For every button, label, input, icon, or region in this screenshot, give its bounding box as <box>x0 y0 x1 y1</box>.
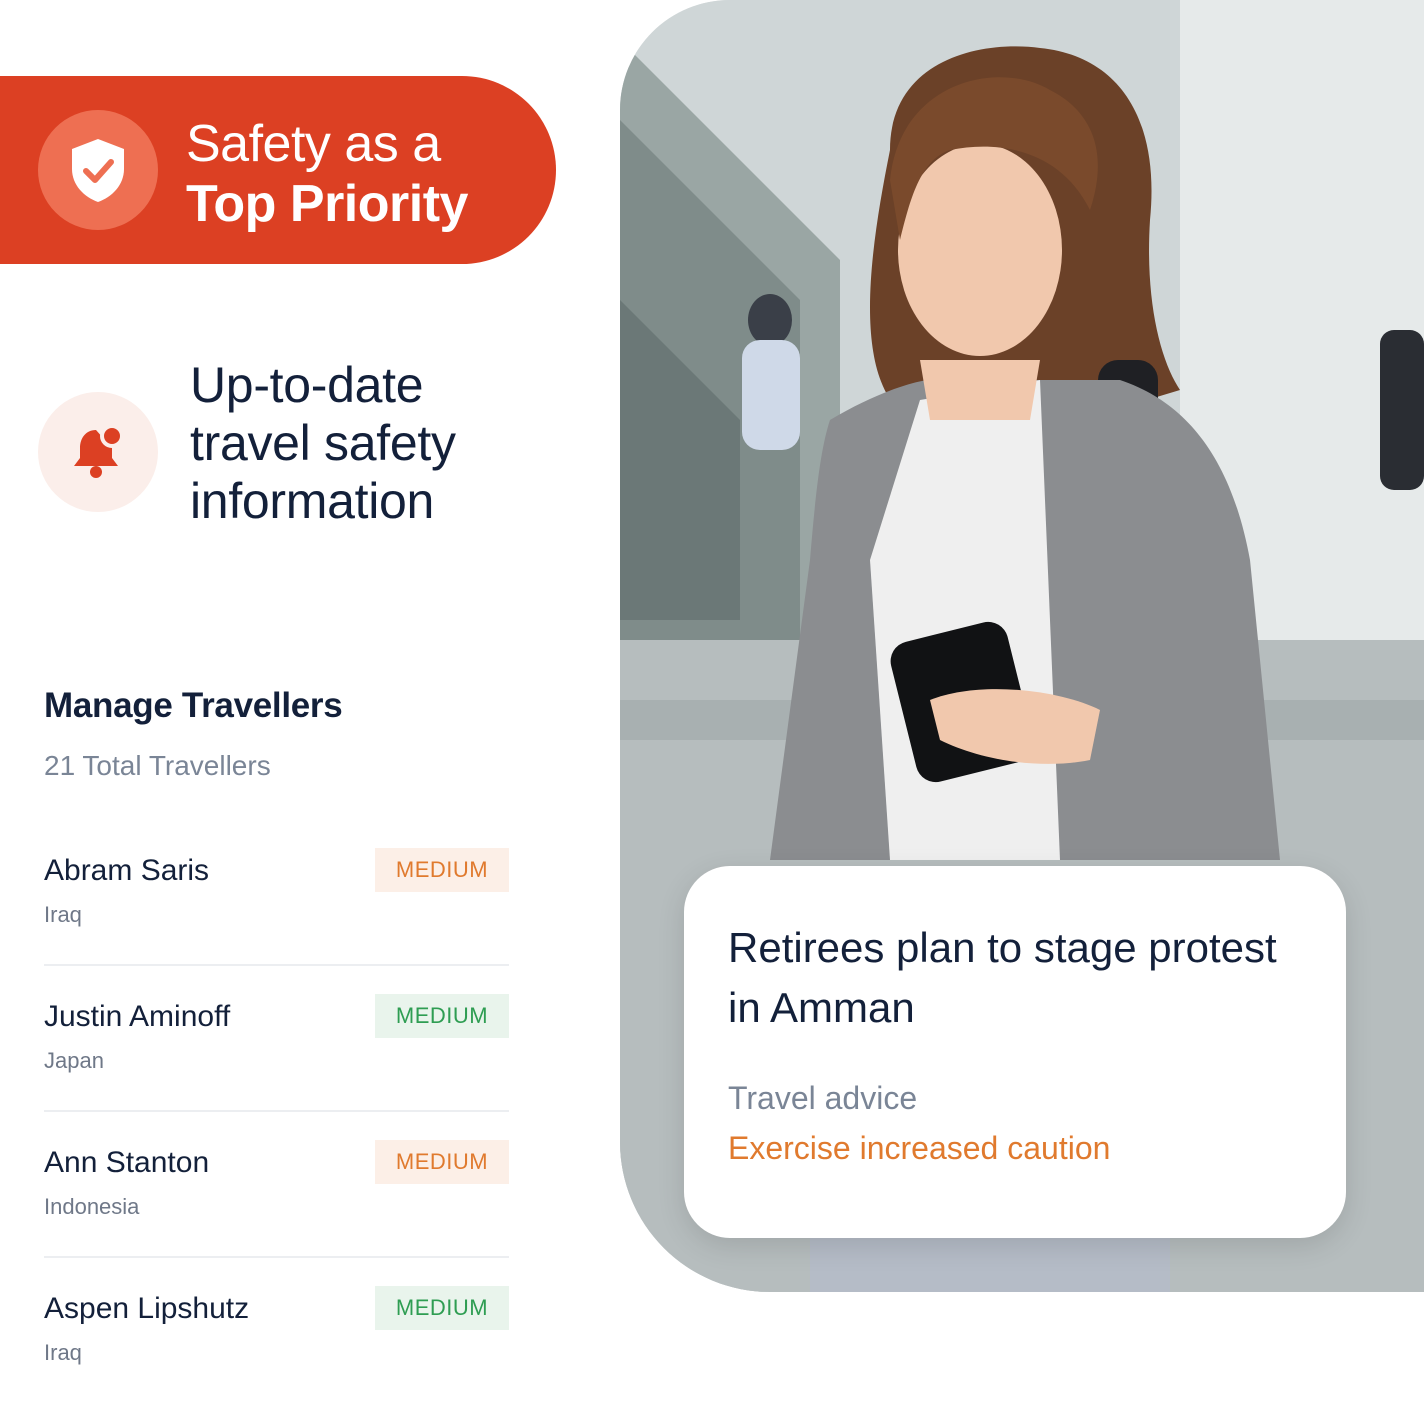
manage-travellers-title: Manage Travellers <box>44 686 343 725</box>
safety-info-line-1: Up-to-date <box>190 357 424 413</box>
safety-info-line-2: travel safety <box>190 415 456 471</box>
traveller-country: Iraq <box>44 902 82 927</box>
safety-info-heading: Up-to-date travel safety information <box>190 356 530 530</box>
safety-line-2: Top Priority <box>186 175 468 233</box>
safety-line-1: Safety as a <box>186 115 441 173</box>
traveller-country: Iraq <box>44 1340 82 1365</box>
risk-level-badge: MEDIUM <box>375 848 509 892</box>
travel-advice-value: Exercise increased caution <box>728 1130 1111 1166</box>
traveller-row[interactable]: Abram Saris Iraq MEDIUM <box>44 820 509 966</box>
shield-check-icon <box>38 110 158 230</box>
bell-alert-icon <box>38 392 158 512</box>
safety-priority-banner: Safety as a Top Priority <box>0 76 556 264</box>
news-headline: Retirees plan to stage protest in Amman <box>728 924 1277 1031</box>
total-travellers-count: 21 Total Travellers <box>44 750 271 781</box>
traveller-name: Ann Stanton <box>44 1146 210 1179</box>
traveller-country: Indonesia <box>44 1194 140 1219</box>
safety-info-line-3: information <box>190 473 435 529</box>
traveller-row[interactable]: Justin Aminoff Japan MEDIUM <box>44 966 509 1112</box>
risk-level-badge: MEDIUM <box>375 994 509 1038</box>
risk-level-badge: MEDIUM <box>375 1286 509 1330</box>
risk-level-badge: MEDIUM <box>375 1140 509 1184</box>
traveller-name: Justin Aminoff <box>44 1000 231 1033</box>
traveller-country: Japan <box>44 1048 104 1073</box>
travel-advice-label: Travel advice <box>728 1080 918 1116</box>
travellers-list: Abram Saris Iraq MEDIUM Justin Aminoff J… <box>44 820 509 1404</box>
traveller-row[interactable]: Aspen Lipshutz Iraq MEDIUM <box>44 1258 509 1404</box>
traveller-name: Aspen Lipshutz <box>44 1292 250 1325</box>
news-alert-card[interactable]: Retirees plan to stage protest in Amman … <box>684 866 1346 1238</box>
traveller-name: Abram Saris <box>44 854 210 887</box>
traveller-row[interactable]: Ann Stanton Indonesia MEDIUM <box>44 1112 509 1258</box>
safety-heading: Safety as a Top Priority <box>186 114 468 234</box>
